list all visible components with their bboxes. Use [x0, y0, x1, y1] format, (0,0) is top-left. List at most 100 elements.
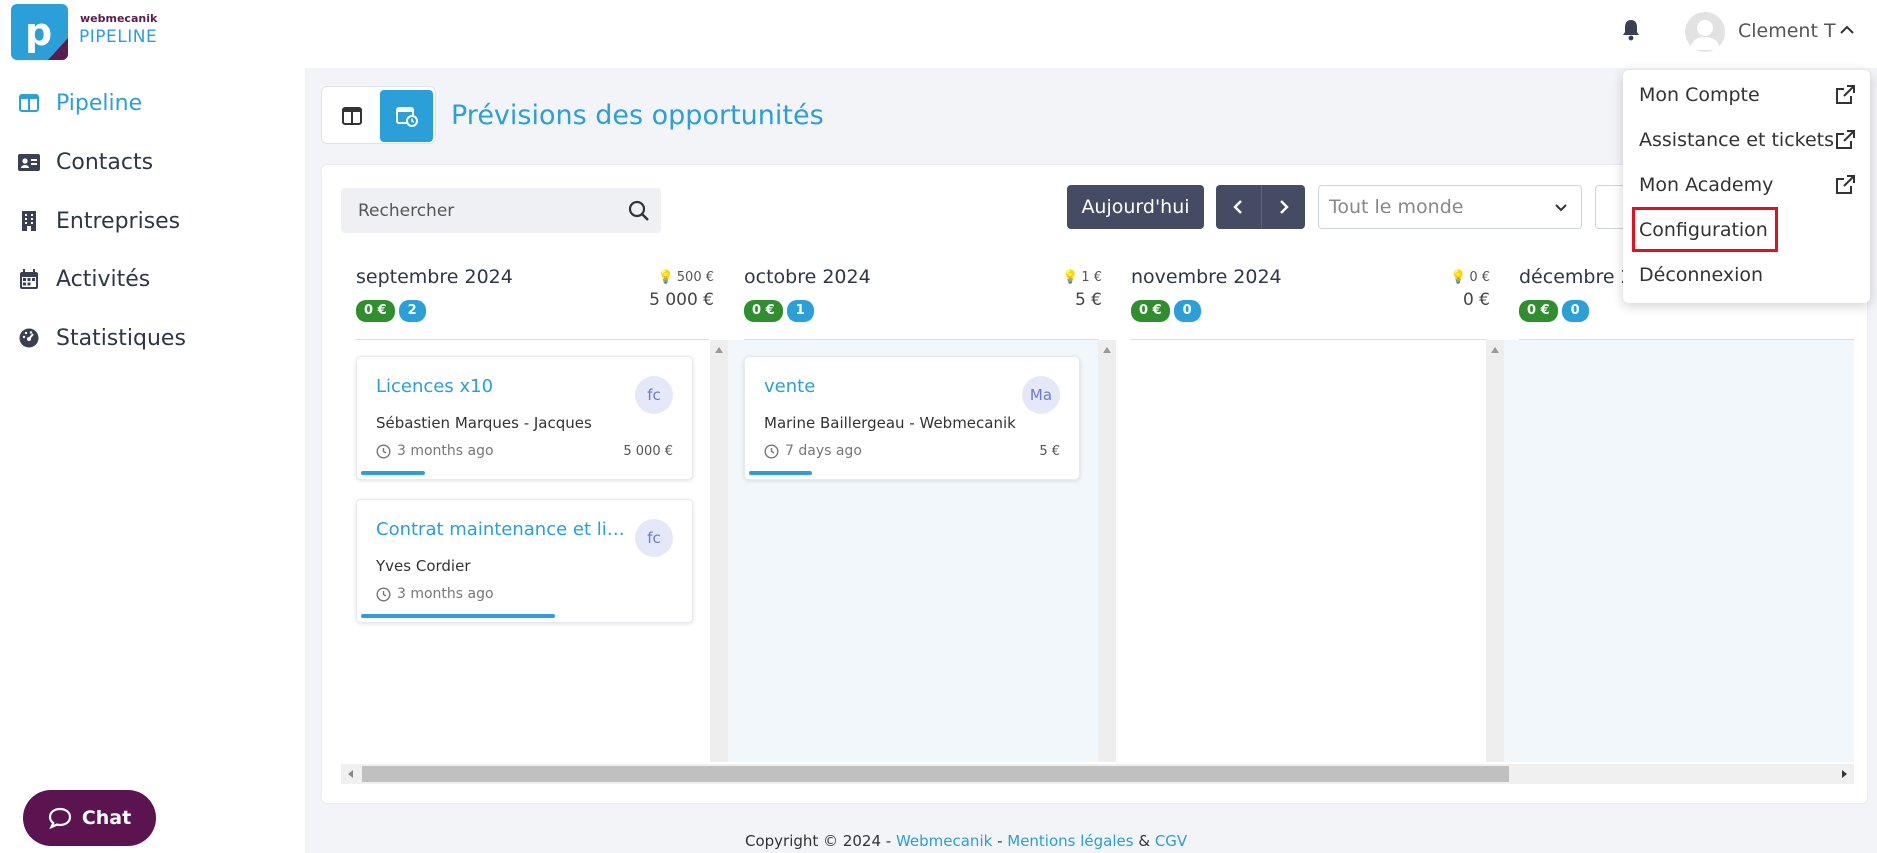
clock-icon [764, 443, 779, 459]
columns-icon [18, 92, 40, 114]
progress-bar [361, 614, 556, 618]
owner-avatar: Ma [1022, 376, 1060, 414]
user-name[interactable]: Clement T [1738, 20, 1836, 42]
column-scrollbar[interactable] [1486, 340, 1504, 762]
bell-icon[interactable] [1621, 19, 1641, 41]
mentions-legales-link[interactable]: Mentions légales [1007, 832, 1133, 850]
period-navigation [1216, 185, 1305, 229]
sidebar-item-label: Entreprises [56, 208, 181, 234]
product-name: PIPELINE [79, 27, 158, 47]
count-badge: 1 [786, 300, 814, 322]
card-amount: 5 000 € [623, 444, 673, 459]
sidebar-item-contacts[interactable]: Contacts [18, 142, 153, 182]
column-month: septembre 2024 [356, 266, 513, 288]
card-amount: 5 € [1039, 444, 1060, 459]
column-badges: 0 € 0 [1519, 300, 1589, 322]
forecast-view-button[interactable] [380, 90, 433, 142]
today-button[interactable]: Aujourd'hui [1067, 185, 1204, 229]
app-logo[interactable]: p [11, 4, 68, 60]
sidebar-item-entreprises[interactable]: Entreprises [18, 201, 180, 241]
card-time: 3 months ago [397, 586, 494, 602]
column-total: 5 000 € [649, 290, 714, 310]
search-icon[interactable] [627, 199, 651, 223]
footer: Copyright © 2024 - Webmecanik - Mentions… [745, 832, 1188, 850]
user-menu: Mon Compte Assistance et tickets Mon Aca… [1623, 70, 1870, 303]
scroll-thumb[interactable] [362, 766, 1509, 782]
chat-button[interactable]: Chat [23, 790, 156, 846]
owner-filter-value: Tout le monde [1329, 196, 1464, 218]
highlight-box [1632, 207, 1778, 252]
chevron-left-icon [1233, 200, 1242, 214]
column-scrollbar[interactable] [710, 340, 728, 762]
owner-filter-select[interactable]: Tout le monde [1318, 185, 1582, 229]
column-body [1504, 340, 1854, 762]
card-title[interactable]: vente [764, 376, 1019, 397]
column-scrollbar[interactable] [1098, 340, 1116, 762]
horizontal-scrollbar[interactable] [341, 764, 1854, 784]
column-totals: 💡 1 € 5 € [990, 270, 1102, 310]
card-title[interactable]: Licences x10 [376, 376, 631, 397]
menu-item-mon-compte[interactable]: Mon Compte [1639, 84, 1760, 106]
column-header: décembre 2 [1519, 266, 1633, 288]
lightbulb-icon: 💡 [657, 270, 674, 285]
opportunity-card[interactable]: vente Ma Marine Baillergeau - Webmecanik… [744, 356, 1080, 480]
columns-icon [341, 107, 362, 125]
chevron-right-icon [1279, 200, 1289, 214]
column-totals: 💡 500 € 5 000 € [600, 270, 714, 310]
sidebar-item-label: Activités [56, 266, 151, 292]
menu-item-mon-academy[interactable]: Mon Academy [1639, 174, 1773, 196]
brand-name: webmecanik [80, 12, 158, 25]
top-bar: p webmecanik PIPELINE Clement T [0, 0, 1877, 68]
webmecanik-link[interactable]: Webmecanik [896, 832, 992, 850]
column-badges: 0 € 1 [744, 300, 814, 322]
amount-badge: 0 € [1519, 300, 1558, 322]
previous-button[interactable] [1216, 185, 1260, 229]
card-title[interactable]: Contrat maintenance et licences [376, 519, 631, 540]
sidebar-item-pipeline[interactable]: Pipeline [18, 83, 142, 123]
calendar-forecast-icon [395, 107, 418, 127]
next-button[interactable] [1261, 185, 1305, 229]
clock-icon [376, 586, 391, 602]
column-total: 0 € [1462, 290, 1490, 310]
building-icon [18, 210, 40, 232]
chat-bubble-icon [48, 807, 71, 829]
card-contact: Yves Cordier [376, 557, 471, 575]
column-month: octobre 2024 [744, 266, 871, 288]
external-link-icon [1836, 130, 1855, 149]
kanban-view-button[interactable] [325, 90, 378, 142]
column-month: décembre 2 [1519, 266, 1633, 288]
menu-item-assistance[interactable]: Assistance et tickets [1639, 129, 1834, 151]
count-badge: 0 [1173, 300, 1201, 322]
column-header: septembre 2024 [356, 266, 513, 288]
column-header: novembre 2024 [1131, 266, 1282, 288]
menu-item-deconnexion[interactable]: Déconnexion [1639, 264, 1763, 286]
owner-avatar: fc [635, 519, 673, 557]
amount-badge: 0 € [1131, 300, 1170, 322]
sidebar: Pipeline Contacts Entreprises Activités … [0, 68, 305, 853]
count-badge: 2 [398, 300, 426, 322]
scroll-right-arrow[interactable] [1842, 770, 1847, 778]
chevron-up-icon[interactable] [1838, 22, 1856, 38]
scroll-left-arrow[interactable] [348, 770, 353, 778]
cgv-link[interactable]: CGV [1155, 832, 1187, 850]
user-avatar[interactable] [1685, 12, 1725, 52]
sidebar-item-statistiques[interactable]: Statistiques [18, 318, 186, 358]
amount-badge: 0 € [356, 300, 395, 322]
opportunity-card[interactable]: Licences x10 fc Sébastien Marques - Jacq… [356, 356, 693, 480]
opportunity-card[interactable]: Contrat maintenance et licences fc Yves … [356, 499, 693, 623]
clock-icon [376, 443, 391, 459]
chevron-down-icon [1555, 204, 1567, 212]
external-link-icon [1836, 175, 1855, 194]
chat-label: Chat [81, 807, 132, 829]
progress-bar [749, 471, 813, 475]
sidebar-item-activites[interactable]: Activités [18, 259, 150, 299]
card-time: 7 days ago [785, 443, 862, 459]
search-box [341, 188, 661, 233]
column-body [1116, 340, 1486, 762]
sidebar-item-label: Pipeline [56, 90, 143, 116]
sidebar-item-label: Contacts [56, 149, 154, 175]
sidebar-item-label: Statistiques [56, 325, 186, 351]
count-badge: 0 [1561, 300, 1589, 322]
calendar-icon [18, 268, 40, 290]
search-input[interactable] [341, 188, 621, 233]
